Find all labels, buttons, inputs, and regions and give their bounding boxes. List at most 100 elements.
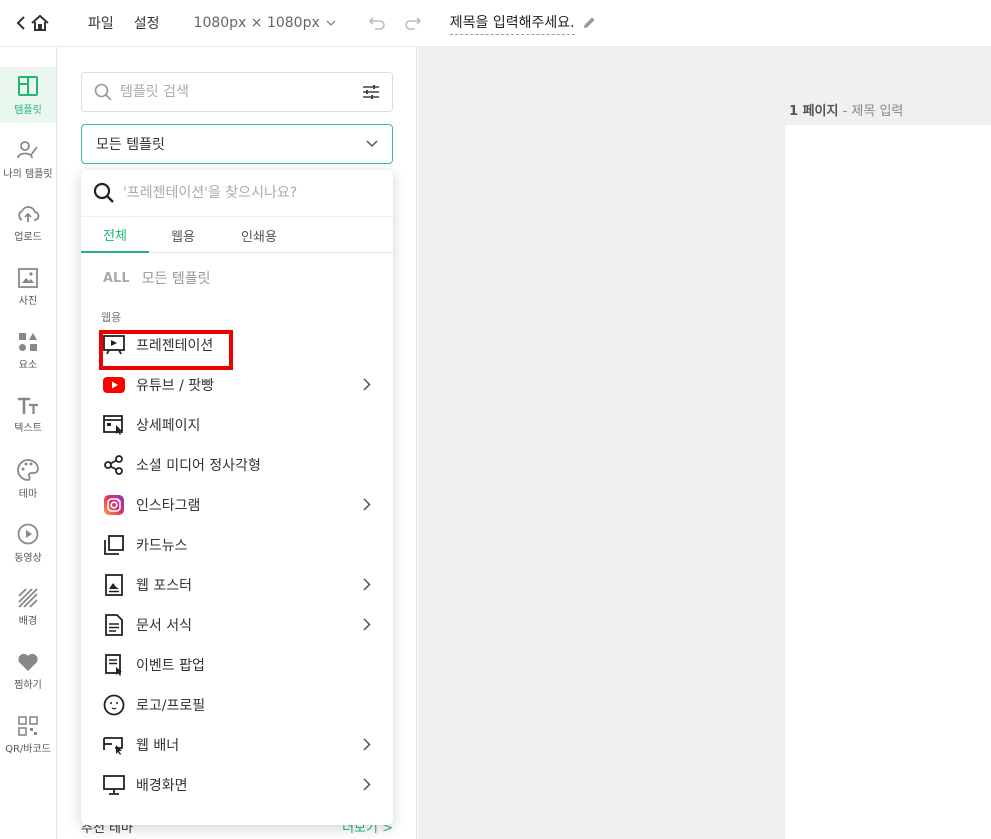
- pencil-icon[interactable]: [581, 15, 597, 31]
- category-label: 상세페이지: [136, 418, 201, 434]
- menu-file[interactable]: 파일: [88, 13, 114, 33]
- rail-label: 텍스트: [14, 422, 42, 434]
- web-banner-icon: [103, 737, 123, 755]
- category-item-presentation[interactable]: 프레젠테이션: [81, 325, 393, 365]
- rail-label: 나의 템플릿: [3, 168, 53, 180]
- qr-icon: [18, 715, 38, 736]
- page-title[interactable]: - 제목 입력: [843, 104, 904, 119]
- search-icon: [93, 182, 114, 203]
- category-item-web-banner[interactable]: 웹 배너: [81, 725, 393, 765]
- dropdown-tabs: 전체 웹용 인쇄용: [81, 217, 393, 253]
- canvas-size-select[interactable]: 1080px × 1080px: [194, 15, 336, 31]
- background-icon: [18, 587, 38, 608]
- canvas-workspace: 1 페이지 - 제목 입력: [418, 47, 991, 839]
- left-icon-rail: 템플릿 나의 템플릿 업로드 사진 요소 텍스트 테마 동영상 배경 찜하기 Q…: [0, 47, 57, 839]
- category-label: 카드뉴스: [136, 538, 188, 554]
- top-bar: 파일 설정 1080px × 1080px 제목을 입력해주세요.: [0, 0, 991, 47]
- rail-label: QR/바코드: [5, 743, 51, 755]
- rail-label: 배경: [18, 615, 38, 627]
- chevron-right-icon: [363, 738, 371, 751]
- filter-icon[interactable]: [362, 84, 380, 100]
- card-news-icon: [104, 535, 124, 555]
- category-item-wallpaper[interactable]: 배경화면: [81, 765, 393, 805]
- rail-item-elements[interactable]: 요소: [0, 323, 56, 379]
- category-item-logo-profile[interactable]: 로고/프로필: [81, 685, 393, 725]
- menu-settings[interactable]: 설정: [134, 13, 160, 33]
- canvas-size-value: 1080px × 1080px: [193, 15, 320, 31]
- template-search-input[interactable]: [120, 84, 362, 100]
- instagram-icon: [104, 495, 124, 515]
- tab-print[interactable]: 인쇄용: [217, 217, 301, 253]
- dropdown-search-box[interactable]: [81, 170, 393, 217]
- rail-item-text[interactable]: 텍스트: [0, 387, 56, 443]
- text-icon: [18, 397, 38, 414]
- youtube-icon: [103, 377, 125, 393]
- rail-label: 템플릿: [14, 104, 42, 116]
- category-label: 웹 포스터: [136, 578, 192, 594]
- category-item-detail-page[interactable]: 상세페이지: [81, 405, 393, 445]
- category-item-web-poster[interactable]: 웹 포스터: [81, 565, 393, 605]
- page-number: 1 페이지: [789, 104, 839, 119]
- photo-icon: [18, 267, 38, 288]
- all-tag: ALL: [103, 270, 130, 286]
- chevron-right-icon: [363, 578, 371, 591]
- monitor-icon: [103, 775, 125, 795]
- category-item-card-news[interactable]: 카드뉴스: [81, 525, 393, 565]
- category-item-youtube[interactable]: 유튜브 / 팟빵: [81, 365, 393, 405]
- document-title[interactable]: 제목을 입력해주세요.: [449, 12, 575, 35]
- chevron-down-icon: [366, 140, 378, 148]
- template-search-box[interactable]: [81, 72, 393, 112]
- category-item-event-popup[interactable]: 이벤트 팝업: [81, 645, 393, 685]
- rail-item-photo[interactable]: 사진: [0, 259, 56, 315]
- category-label: 유튜브 / 팟빵: [136, 378, 215, 394]
- share-icon: [104, 455, 123, 475]
- rail-label: 사진: [18, 295, 38, 307]
- rail-item-theme[interactable]: 테마: [0, 451, 56, 507]
- detail-page-icon: [103, 415, 123, 435]
- rail-item-my-template[interactable]: 나의 템플릿: [0, 131, 56, 187]
- rail-item-upload[interactable]: 업로드: [0, 195, 56, 251]
- rail-label: 찜하기: [14, 679, 42, 691]
- rail-item-background[interactable]: 배경: [0, 579, 56, 635]
- chevron-right-icon: [363, 618, 371, 631]
- back-home-button[interactable]: [16, 14, 50, 32]
- home-icon: [31, 14, 49, 31]
- presentation-icon: [103, 335, 125, 355]
- tab-all[interactable]: 전체: [81, 217, 149, 253]
- chevron-right-icon: [363, 498, 371, 511]
- rail-item-favorites[interactable]: 찜하기: [0, 643, 56, 699]
- category-label: 인스타그램: [136, 498, 201, 514]
- category-item-document[interactable]: 문서 서식: [81, 605, 393, 645]
- dropdown-search-input[interactable]: [123, 185, 381, 201]
- rail-label: 동영상: [14, 552, 42, 564]
- design-page[interactable]: [785, 125, 991, 839]
- poster-icon: [105, 574, 123, 596]
- my-template-icon: [17, 140, 38, 158]
- category-item-instagram[interactable]: 인스타그램: [81, 485, 393, 525]
- all-templates-item[interactable]: ALL 모든 템플릿: [81, 253, 393, 303]
- rail-label: 요소: [18, 359, 38, 371]
- category-label: 배경화면: [136, 778, 188, 794]
- rail-item-template[interactable]: 템플릿: [0, 67, 56, 123]
- category-label: 웹 배너: [136, 738, 180, 754]
- group-label-web: 웹용: [101, 311, 122, 324]
- video-icon: [17, 523, 39, 544]
- category-label: 문서 서식: [136, 618, 192, 634]
- category-item-social-square[interactable]: 소셜 미디어 정사각형: [81, 445, 393, 485]
- rail-item-video[interactable]: 동영상: [0, 515, 56, 571]
- chevron-right-icon: [363, 778, 371, 791]
- rail-item-qr[interactable]: QR/바코드: [0, 707, 56, 763]
- logo-profile-icon: [103, 694, 125, 716]
- rail-label: 업로드: [14, 231, 42, 243]
- category-label: 프레젠테이션: [136, 338, 214, 354]
- page-label: 1 페이지 - 제목 입력: [789, 100, 903, 119]
- tab-web[interactable]: 웹용: [149, 217, 217, 253]
- category-label: 로고/프로필: [136, 698, 206, 714]
- document-icon: [105, 614, 123, 636]
- elements-icon: [19, 332, 37, 351]
- undo-icon[interactable]: [368, 16, 386, 30]
- redo-icon[interactable]: [404, 16, 422, 30]
- template-category-select[interactable]: 모든 템플릿: [81, 124, 393, 164]
- category-select-value: 모든 템플릿: [96, 137, 165, 153]
- all-templates-label: 모든 템플릿: [141, 271, 211, 287]
